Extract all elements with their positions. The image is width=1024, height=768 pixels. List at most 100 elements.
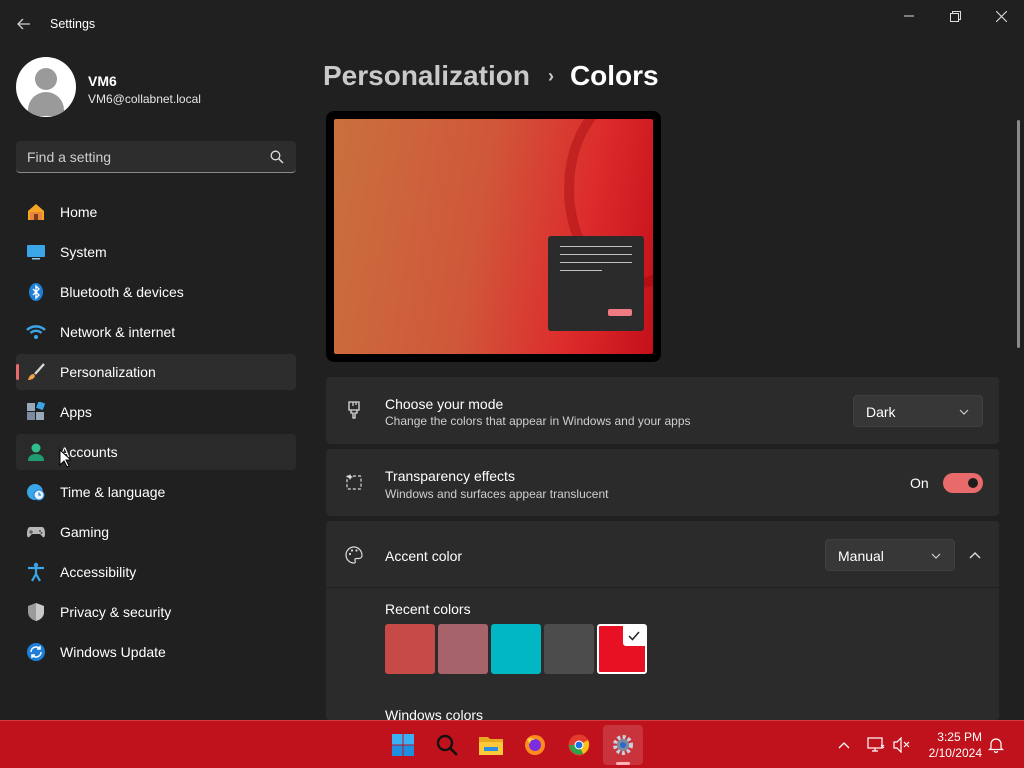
restore-button[interactable] (932, 4, 978, 28)
clock[interactable]: 3:25 PM 2/10/2024 (918, 729, 982, 761)
checkmark-icon (623, 626, 645, 646)
gamepad-icon (26, 522, 46, 542)
system-icon (26, 242, 46, 262)
back-button[interactable] (10, 12, 38, 36)
sidebar-item-label: Personalization (60, 364, 156, 380)
chevron-down-icon (959, 409, 969, 415)
notification-bell-icon (988, 738, 1004, 753)
file-explorer-button[interactable] (477, 731, 505, 759)
update-icon (26, 642, 46, 662)
transparency-title: Transparency effects (385, 468, 515, 484)
clock-globe-icon (26, 482, 46, 502)
color-swatch[interactable] (438, 624, 488, 674)
sidebar-item-accessibility[interactable]: Accessibility (16, 554, 296, 590)
avatar (16, 57, 76, 117)
search-placeholder: Find a setting (27, 149, 112, 165)
recent-colors-label: Recent colors (385, 601, 471, 617)
scrollbar[interactable] (1017, 120, 1020, 348)
chevron-up-icon (838, 742, 850, 749)
sidebar-item-label: Windows Update (60, 644, 166, 660)
mode-description: Change the colors that appear in Windows… (385, 414, 691, 428)
start-icon (392, 734, 414, 756)
sidebar-item-accounts[interactable]: Accounts (16, 434, 296, 470)
sidebar-item-label: Gaming (60, 524, 110, 540)
preview-window (548, 236, 644, 331)
mouse-cursor (59, 449, 71, 468)
page-title: Colors (569, 60, 659, 91)
breadcrumb-parent[interactable]: Personalization (323, 60, 530, 92)
minimize-button[interactable] (886, 4, 932, 28)
sidebar-item-label: Time & language (60, 484, 166, 500)
search-input[interactable]: Find a setting (16, 141, 296, 173)
settings-taskbar-button[interactable] (603, 725, 643, 765)
sidebar-item-personalization[interactable]: Personalization (16, 354, 296, 390)
taskbar-search-button[interactable] (433, 731, 461, 759)
breadcrumb: Personalization › Colors (323, 58, 659, 94)
user-profile[interactable]: VM6 VM6@collabnet.local (16, 57, 296, 117)
title-bar: Settings (0, 0, 1024, 48)
sidebar-item-gaming[interactable]: Gaming (16, 514, 296, 550)
network-tray-button[interactable] (866, 735, 886, 755)
firefox-icon (525, 735, 545, 755)
sidebar-item-label: Accessibility (60, 564, 137, 580)
user-email: VM6@collabnet.local (88, 92, 201, 106)
preview-wallpaper (334, 119, 653, 354)
sidebar-item-network[interactable]: Network & internet (16, 314, 296, 350)
sidebar-item-home[interactable]: Home (16, 194, 296, 230)
taskbar: 3:25 PM 2/10/2024 (0, 720, 1024, 768)
shield-icon (26, 602, 46, 622)
accounts-icon (26, 442, 46, 462)
file-explorer-icon (479, 737, 503, 755)
close-icon (995, 10, 1007, 22)
close-button[interactable] (978, 4, 1024, 28)
accent-setting-card: Accent color Manual (326, 521, 999, 720)
sidebar-item-apps[interactable]: Apps (16, 394, 296, 430)
home-icon (26, 202, 46, 222)
accent-dropdown[interactable]: Manual (825, 539, 955, 571)
sidebar-item-bluetooth[interactable]: Bluetooth & devices (16, 274, 296, 310)
transparency-toggle[interactable] (943, 473, 983, 493)
volume-tray-button[interactable] (892, 735, 912, 755)
sidebar-item-label: Bluetooth & devices (60, 284, 184, 300)
sidebar-item-windows-update[interactable]: Windows Update (16, 634, 296, 670)
sidebar-item-label: Home (60, 204, 98, 220)
toggle-state-label: On (910, 475, 929, 491)
mode-dropdown[interactable]: Dark (853, 395, 983, 427)
color-swatch[interactable] (597, 624, 647, 674)
search-icon (436, 734, 458, 756)
sidebar-item-label: Apps (60, 404, 92, 420)
settings-icon (613, 735, 633, 755)
brush-icon (26, 362, 46, 382)
sidebar-item-system[interactable]: System (16, 234, 296, 270)
active-indicator (16, 364, 19, 380)
collapse-button[interactable] (963, 545, 987, 565)
transparency-icon (346, 474, 362, 490)
sidebar-item-time-language[interactable]: Time & language (16, 474, 296, 510)
color-swatch[interactable] (544, 624, 594, 674)
bluetooth-icon (26, 282, 46, 302)
color-swatch[interactable] (491, 624, 541, 674)
chevron-up-icon (969, 552, 981, 559)
wifi-icon (26, 322, 46, 342)
accent-dropdown-value: Manual (838, 548, 884, 564)
sidebar-item-label: System (60, 244, 107, 260)
accent-title: Accent color (385, 548, 463, 564)
sidebar-item-privacy[interactable]: Privacy & security (16, 594, 296, 630)
chrome-icon (568, 734, 590, 756)
mode-title: Choose your mode (385, 396, 504, 412)
active-app-indicator (616, 762, 630, 765)
accent-header[interactable]: Accent color Manual (326, 521, 999, 588)
app-title: Settings (50, 17, 96, 31)
sidebar-item-label: Network & internet (60, 324, 176, 340)
start-button[interactable] (389, 731, 417, 759)
color-swatch[interactable] (385, 624, 435, 674)
clock-time: 3:25 PM (937, 730, 982, 744)
chrome-button[interactable] (565, 731, 593, 759)
firefox-button[interactable] (521, 731, 549, 759)
network-icon (867, 737, 885, 752)
mode-dropdown-value: Dark (866, 404, 896, 420)
transparency-description: Windows and surfaces appear translucent (385, 487, 609, 501)
notification-button[interactable] (986, 735, 1006, 755)
show-hidden-icons-button[interactable] (834, 735, 854, 755)
restore-icon (949, 10, 961, 22)
